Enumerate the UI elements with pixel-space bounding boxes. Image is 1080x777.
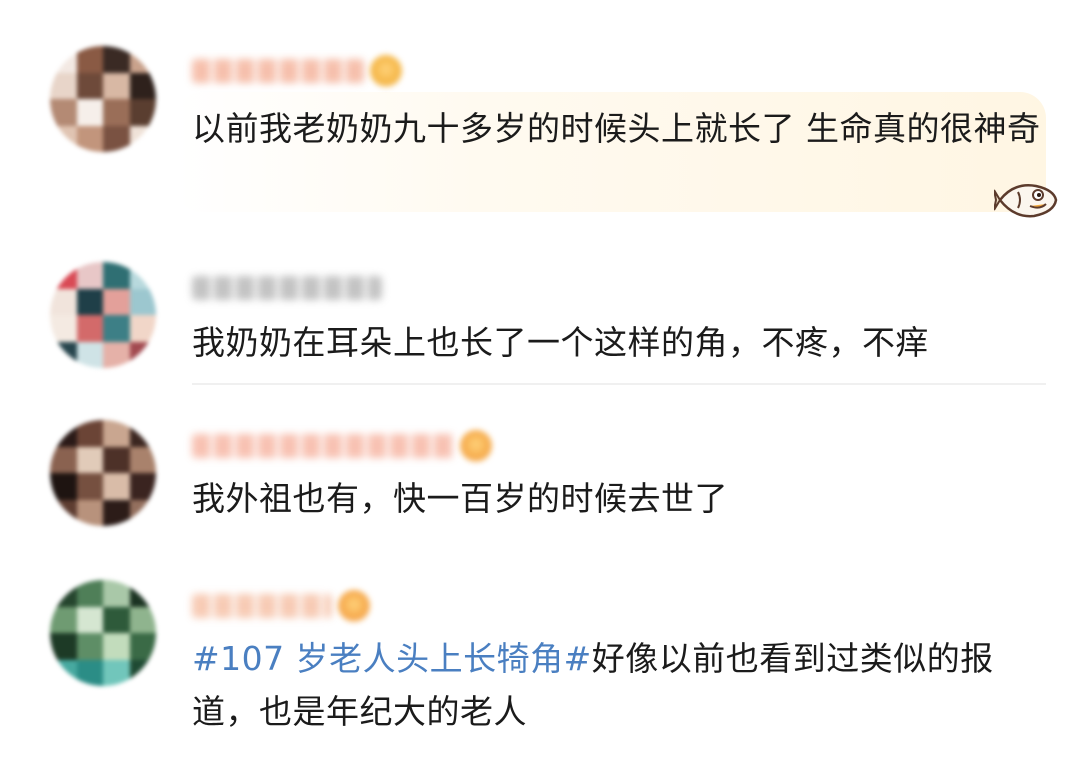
avatar-mosaic-tile <box>103 659 131 686</box>
fish-sticker-icon <box>994 184 1058 218</box>
avatar-mosaic-tile <box>129 606 156 634</box>
avatar-mosaic-tile <box>103 72 131 100</box>
divider <box>192 383 1046 385</box>
avatar-mosaic-tile <box>103 446 131 474</box>
avatar-mosaic-tile <box>103 473 131 501</box>
avatar-mosaic-tile <box>50 72 78 100</box>
avatar-mosaic-tile <box>129 262 156 290</box>
avatar-mosaic-tile <box>50 262 78 290</box>
avatar-mosaic-tile <box>103 315 131 343</box>
avatar[interactable] <box>50 420 156 526</box>
avatar-mosaic-tile <box>129 315 156 343</box>
avatar-mosaic-tile <box>129 499 156 526</box>
avatar-mosaic-tile <box>103 341 131 368</box>
avatar[interactable] <box>50 262 156 368</box>
username-row[interactable] <box>192 270 382 306</box>
avatar-mosaic-tile <box>76 606 104 634</box>
avatar-mosaic-tile <box>76 580 104 608</box>
avatar-mosaic-tile <box>76 46 104 74</box>
hashtag-link[interactable]: #107 岁老人头上长犄角# <box>192 639 592 678</box>
avatar-mosaic-tile <box>50 288 78 316</box>
avatar-mosaic-tile <box>129 46 156 74</box>
avatar-mosaic-tile <box>103 606 131 634</box>
avatar-mosaic-tile <box>103 125 131 152</box>
avatar-mosaic-tile <box>103 580 131 608</box>
avatar-mosaic-tile <box>103 288 131 316</box>
avatar-mosaic-tile <box>76 288 104 316</box>
avatar-mosaic-tile <box>50 659 78 686</box>
avatar-mosaic-tile <box>76 499 104 526</box>
comment-text: 以前我老奶奶九十多岁的时候头上就长了 生命真的很神奇 <box>192 109 1041 148</box>
avatar-mosaic-tile <box>129 446 156 474</box>
avatar-mosaic-tile <box>50 341 78 368</box>
avatar-mosaic-tile <box>129 341 156 368</box>
avatar-mosaic-tile <box>129 633 156 661</box>
user-badge-icon <box>460 430 492 462</box>
avatar-mosaic-tile <box>76 446 104 474</box>
avatar-mosaic-tile <box>50 420 78 448</box>
avatar-mosaic-tile <box>50 473 78 501</box>
avatar-mosaic-tile <box>103 99 131 127</box>
user-badge-icon <box>370 55 402 87</box>
avatar-mosaic-tile <box>129 659 156 686</box>
avatar-mosaic-tile <box>76 262 104 290</box>
avatar-mosaic-tile <box>103 262 131 290</box>
avatar-mosaic-tile <box>103 633 131 661</box>
comment-text: #107 岁老人头上长犄角#好像以前也看到过类似的报道，也是年纪大的老人 <box>192 632 1042 738</box>
avatar-mosaic-tile <box>129 288 156 316</box>
comment-text: 我奶奶在耳朵上也长了一个这样的角，不疼，不痒 <box>192 323 929 362</box>
avatar-mosaic-tile <box>129 580 156 608</box>
avatar-mosaic-tile <box>129 420 156 448</box>
username-row[interactable] <box>192 588 370 624</box>
username-row[interactable] <box>192 428 492 464</box>
avatar[interactable] <box>50 46 156 152</box>
avatar-mosaic-tile <box>129 473 156 501</box>
avatar-mosaic-tile <box>50 606 78 634</box>
avatar-mosaic-tile <box>103 420 131 448</box>
avatar-mosaic-tile <box>76 72 104 100</box>
username-blurred[interactable] <box>192 434 454 458</box>
avatar-mosaic-tile <box>50 580 78 608</box>
avatar-mosaic-tile <box>76 341 104 368</box>
avatar-mosaic-tile <box>76 125 104 152</box>
avatar-mosaic-tile <box>76 633 104 661</box>
avatar-mosaic-tile <box>129 125 156 152</box>
username-blurred[interactable] <box>192 594 332 618</box>
avatar-mosaic-tile <box>50 46 78 74</box>
avatar-mosaic-tile <box>50 446 78 474</box>
avatar-mosaic-tile <box>129 99 156 127</box>
username-row[interactable] <box>192 53 402 89</box>
username-blurred[interactable] <box>192 59 364 83</box>
avatar-mosaic-tile <box>76 99 104 127</box>
avatar-mosaic-tile <box>50 315 78 343</box>
avatar-mosaic-tile <box>50 125 78 152</box>
avatar-mosaic-tile <box>103 499 131 526</box>
avatar-mosaic-tile <box>50 499 78 526</box>
avatar-mosaic-tile <box>76 473 104 501</box>
avatar-mosaic-tile <box>103 46 131 74</box>
username-blurred[interactable] <box>192 276 382 300</box>
avatar-mosaic-tile <box>76 659 104 686</box>
avatar[interactable] <box>50 580 156 686</box>
avatar-mosaic-tile <box>76 315 104 343</box>
comment-text: 我外祖也有，快一百岁的时候去世了 <box>192 479 728 518</box>
avatar-mosaic-tile <box>50 633 78 661</box>
avatar-mosaic-tile <box>129 72 156 100</box>
avatar-mosaic-tile <box>50 99 78 127</box>
user-badge-icon <box>338 590 370 622</box>
avatar-mosaic-tile <box>76 420 104 448</box>
